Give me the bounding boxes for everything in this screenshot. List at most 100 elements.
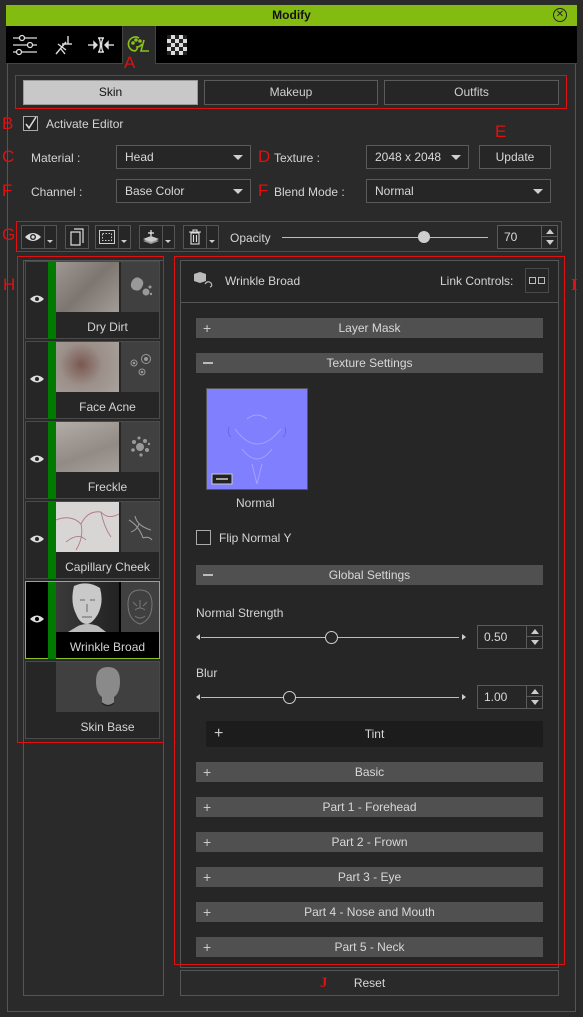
- close-icon[interactable]: ✕: [553, 8, 567, 22]
- layer-name: Face Acne: [79, 400, 136, 414]
- slider-left-arrow-icon[interactable]: [196, 694, 200, 700]
- eye-icon[interactable]: [30, 294, 44, 304]
- section-basic[interactable]: + Basic: [196, 762, 543, 782]
- section-title: Layer Mask: [338, 321, 401, 335]
- blend-mode-value: Normal: [375, 184, 414, 198]
- tab-morph[interactable]: [84, 26, 118, 64]
- layer-thumbnail: [56, 342, 119, 392]
- visibility-dropdown[interactable]: [45, 225, 57, 249]
- normal-strength-slider[interactable]: [196, 630, 466, 644]
- mask-button[interactable]: [95, 225, 119, 249]
- decrement-arrow-icon[interactable]: [526, 637, 542, 648]
- slider-handle[interactable]: [325, 631, 338, 644]
- link-controls-label: Link Controls:: [440, 274, 514, 288]
- chevron-down-icon: [233, 189, 243, 194]
- flip-normal-y-checkbox[interactable]: [196, 530, 211, 545]
- layer-name: Wrinkle Broad: [69, 640, 146, 654]
- activate-editor-checkbox[interactable]: [23, 116, 38, 131]
- layer-item-freckle[interactable]: Freckle: [25, 421, 160, 499]
- normal-map-thumbnail[interactable]: [206, 388, 308, 490]
- opacity-slider[interactable]: [282, 230, 488, 244]
- visibility-button[interactable]: [21, 225, 45, 249]
- plus-icon: +: [203, 869, 212, 885]
- delete-dropdown[interactable]: [207, 225, 219, 249]
- material-value: Head: [125, 150, 154, 164]
- decrement-arrow-icon[interactable]: [541, 237, 557, 248]
- mask-dropdown[interactable]: [119, 225, 131, 249]
- tab-makeup[interactable]: Makeup: [204, 80, 378, 105]
- section-tint[interactable]: + Tint: [206, 721, 543, 747]
- blend-mode-dropdown[interactable]: Normal: [366, 179, 551, 203]
- increment-arrow-icon[interactable]: [526, 686, 542, 697]
- eye-icon[interactable]: [30, 534, 44, 544]
- layer-item-dry-dirt[interactable]: Dry Dirt: [25, 261, 160, 339]
- section-layer-mask[interactable]: + Layer Mask: [196, 318, 543, 338]
- annotation-h: H: [3, 275, 16, 294]
- capillary-lines-icon: [121, 502, 159, 552]
- tab-skin[interactable]: Skin: [23, 80, 198, 105]
- eye-icon: [25, 233, 41, 241]
- annotation-d: D: [258, 147, 271, 166]
- slider-handle[interactable]: [283, 691, 296, 704]
- section-part-5-neck[interactable]: + Part 5 - Neck: [196, 937, 543, 957]
- layer-item-face-acne[interactable]: Face Acne: [25, 341, 160, 419]
- activate-editor-label: Activate Editor: [46, 117, 124, 131]
- material-dropdown[interactable]: Head: [116, 145, 251, 169]
- normal-strength-value: 0.50: [484, 630, 508, 644]
- annotation-j: J: [320, 975, 328, 991]
- blur-input[interactable]: 1.00: [477, 685, 543, 709]
- acne-circles-icon: [121, 342, 159, 392]
- tab-motion[interactable]: [46, 26, 80, 64]
- section-texture-settings[interactable]: Texture Settings: [196, 353, 543, 373]
- opacity-slider-handle[interactable]: [418, 231, 430, 243]
- update-button[interactable]: Update: [479, 145, 551, 169]
- normal-strength-input[interactable]: 0.50: [477, 625, 543, 649]
- add-layer-dropdown[interactable]: [163, 225, 175, 249]
- head-silhouette-icon: [56, 662, 159, 712]
- delete-layer-button[interactable]: [183, 225, 207, 249]
- slider-right-arrow-icon[interactable]: [462, 694, 466, 700]
- add-layer-button[interactable]: [139, 225, 163, 249]
- top-tab-bar: [6, 26, 577, 64]
- layer-item-capillary-cheek[interactable]: Capillary Cheek: [25, 501, 160, 579]
- slider-left-arrow-icon[interactable]: [196, 634, 200, 640]
- morph-arrows-icon: [88, 37, 114, 53]
- section-part-3-eye[interactable]: + Part 3 - Eye: [196, 867, 543, 887]
- tab-outfits[interactable]: Outfits: [384, 80, 559, 105]
- texture-size-value: 2048 x 2048: [375, 150, 442, 164]
- section-part-4-nose-and-mouth[interactable]: + Part 4 - Nose and Mouth: [196, 902, 543, 922]
- flip-normal-y-label: Flip Normal Y: [219, 531, 292, 545]
- unlinked-squares-icon: [529, 277, 545, 284]
- section-title: Global Settings: [328, 568, 411, 582]
- chevron-down-icon: [533, 189, 543, 194]
- opacity-label: Opacity: [230, 231, 271, 245]
- plus-icon: +: [203, 834, 212, 850]
- eye-icon[interactable]: [30, 374, 44, 384]
- texture-size-dropdown[interactable]: 2048 x 2048: [366, 145, 469, 169]
- running-figure-icon: [55, 36, 72, 55]
- decrement-arrow-icon[interactable]: [526, 697, 542, 708]
- section-global-settings[interactable]: Global Settings: [196, 565, 543, 585]
- eye-icon[interactable]: [30, 614, 44, 624]
- chevron-down-icon: [233, 155, 243, 160]
- increment-arrow-icon[interactable]: [526, 626, 542, 637]
- increment-arrow-icon[interactable]: [541, 226, 557, 237]
- blur-slider[interactable]: [196, 690, 466, 704]
- plus-icon: +: [203, 764, 212, 780]
- tab-attributes[interactable]: [8, 26, 42, 64]
- layer-item-skin-base[interactable]: Skin Base: [25, 661, 160, 739]
- channel-dropdown[interactable]: Base Color: [116, 179, 251, 203]
- duplicate-layer-button[interactable]: [65, 225, 89, 249]
- section-part-2-frown[interactable]: + Part 2 - Frown: [196, 832, 543, 852]
- layer-item-wrinkle-broad[interactable]: Wrinkle Broad: [25, 581, 160, 659]
- link-controls-button[interactable]: [525, 268, 549, 293]
- layer-name: Capillary Cheek: [65, 560, 150, 574]
- eye-icon[interactable]: [30, 454, 44, 464]
- opacity-input[interactable]: 70: [497, 225, 558, 249]
- layer-thumbnail: [55, 502, 120, 552]
- slider-right-arrow-icon[interactable]: [462, 634, 466, 640]
- section-part-1-forehead[interactable]: + Part 1 - Forehead: [196, 797, 543, 817]
- tab-material[interactable]: [160, 26, 194, 64]
- blend-mode-label: Blend Mode :: [274, 185, 345, 199]
- reset-button[interactable]: Reset: [180, 970, 559, 996]
